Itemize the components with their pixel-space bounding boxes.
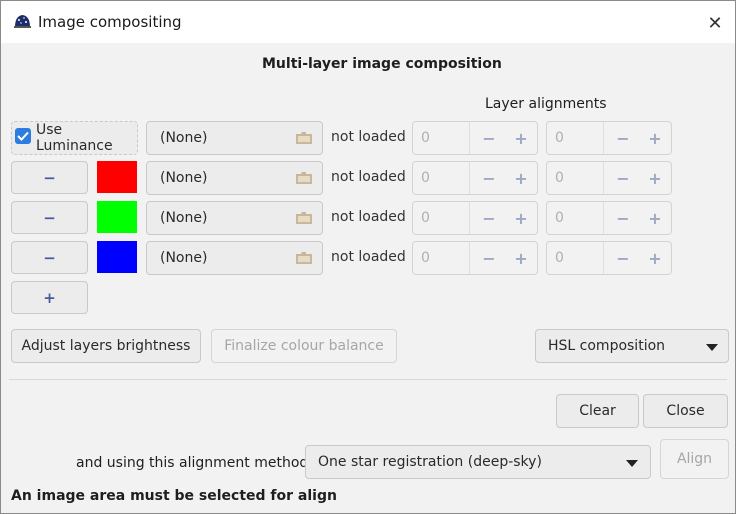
status-message: An image area must be selected for align: [11, 488, 337, 504]
plus-icon[interactable]: +: [644, 246, 666, 270]
layer-status: not loaded: [331, 209, 406, 225]
layer-status: not loaded: [331, 169, 406, 185]
folder-icon: [296, 252, 312, 264]
layer-color-swatch[interactable]: [97, 161, 137, 193]
folder-icon: [296, 212, 312, 224]
folder-icon: [296, 132, 312, 144]
x-offset-spinner[interactable]: 0 − +: [412, 201, 538, 235]
layer-file-button[interactable]: (None): [146, 201, 323, 235]
layer-status: not loaded: [331, 129, 406, 145]
plus-icon[interactable]: +: [644, 126, 666, 150]
title-bar: Image compositing ✕: [1, 1, 735, 43]
adjust-brightness-button[interactable]: Adjust layers brightness: [11, 329, 201, 363]
remove-layer-button[interactable]: −: [11, 201, 88, 234]
dialog-heading: Multi-layer image composition: [262, 56, 502, 72]
close-window-icon[interactable]: ✕: [702, 10, 728, 36]
folder-icon: [296, 172, 312, 184]
remove-layer-button[interactable]: −: [11, 241, 88, 274]
y-offset-spinner[interactable]: 0 − +: [546, 161, 672, 195]
align-button[interactable]: Align: [660, 439, 729, 479]
minus-icon[interactable]: −: [612, 206, 634, 230]
app-logo-icon: [14, 15, 31, 28]
x-offset-spinner[interactable]: 0 − +: [412, 121, 538, 155]
alignment-method-select[interactable]: One star registration (deep-sky): [305, 445, 651, 479]
layer-status: not loaded: [331, 249, 406, 265]
close-button[interactable]: Close: [643, 394, 728, 428]
y-offset-spinner[interactable]: 0 − +: [546, 241, 672, 275]
plus-icon[interactable]: +: [510, 246, 532, 270]
compositing-dialog: Image compositing ✕ Multi-layer image co…: [0, 0, 736, 514]
plus-icon[interactable]: +: [510, 126, 532, 150]
add-layer-button[interactable]: +: [11, 281, 88, 314]
minus-icon[interactable]: −: [478, 246, 500, 270]
use-luminance-label: Use Luminance: [36, 122, 113, 154]
divider: [9, 379, 727, 380]
finalize-colour-balance-button[interactable]: Finalize colour balance: [211, 329, 397, 363]
layer-file-button[interactable]: (None): [146, 241, 323, 275]
y-offset-spinner[interactable]: 0 − +: [546, 201, 672, 235]
chevron-down-icon: [626, 460, 638, 467]
minus-icon[interactable]: −: [478, 166, 500, 190]
plus-icon[interactable]: +: [510, 166, 532, 190]
minus-icon[interactable]: −: [612, 246, 634, 270]
plus-icon[interactable]: +: [644, 206, 666, 230]
remove-layer-button[interactable]: −: [11, 161, 88, 194]
clear-button[interactable]: Clear: [556, 394, 639, 428]
x-offset-spinner[interactable]: 0 − +: [412, 241, 538, 275]
checkbox-checked-icon[interactable]: [15, 128, 31, 144]
minus-icon[interactable]: −: [612, 166, 634, 190]
composition-mode-select[interactable]: HSL composition: [535, 329, 729, 363]
plus-icon[interactable]: +: [510, 206, 532, 230]
chevron-down-icon: [706, 344, 718, 351]
layer-alignments-label: Layer alignments: [485, 96, 607, 112]
alignment-method-label: and using this alignment method:: [76, 455, 314, 471]
layer-file-button[interactable]: (None): [146, 161, 323, 195]
x-offset-spinner[interactable]: 0 − +: [412, 161, 538, 195]
layer-color-swatch[interactable]: [97, 241, 137, 273]
minus-icon[interactable]: −: [478, 126, 500, 150]
minus-icon[interactable]: −: [478, 206, 500, 230]
layer-file-button[interactable]: (None): [146, 121, 323, 155]
y-offset-spinner[interactable]: 0 − +: [546, 121, 672, 155]
window-title: Image compositing: [38, 13, 182, 31]
layer-color-swatch[interactable]: [97, 201, 137, 233]
minus-icon[interactable]: −: [612, 126, 634, 150]
plus-icon[interactable]: +: [644, 166, 666, 190]
